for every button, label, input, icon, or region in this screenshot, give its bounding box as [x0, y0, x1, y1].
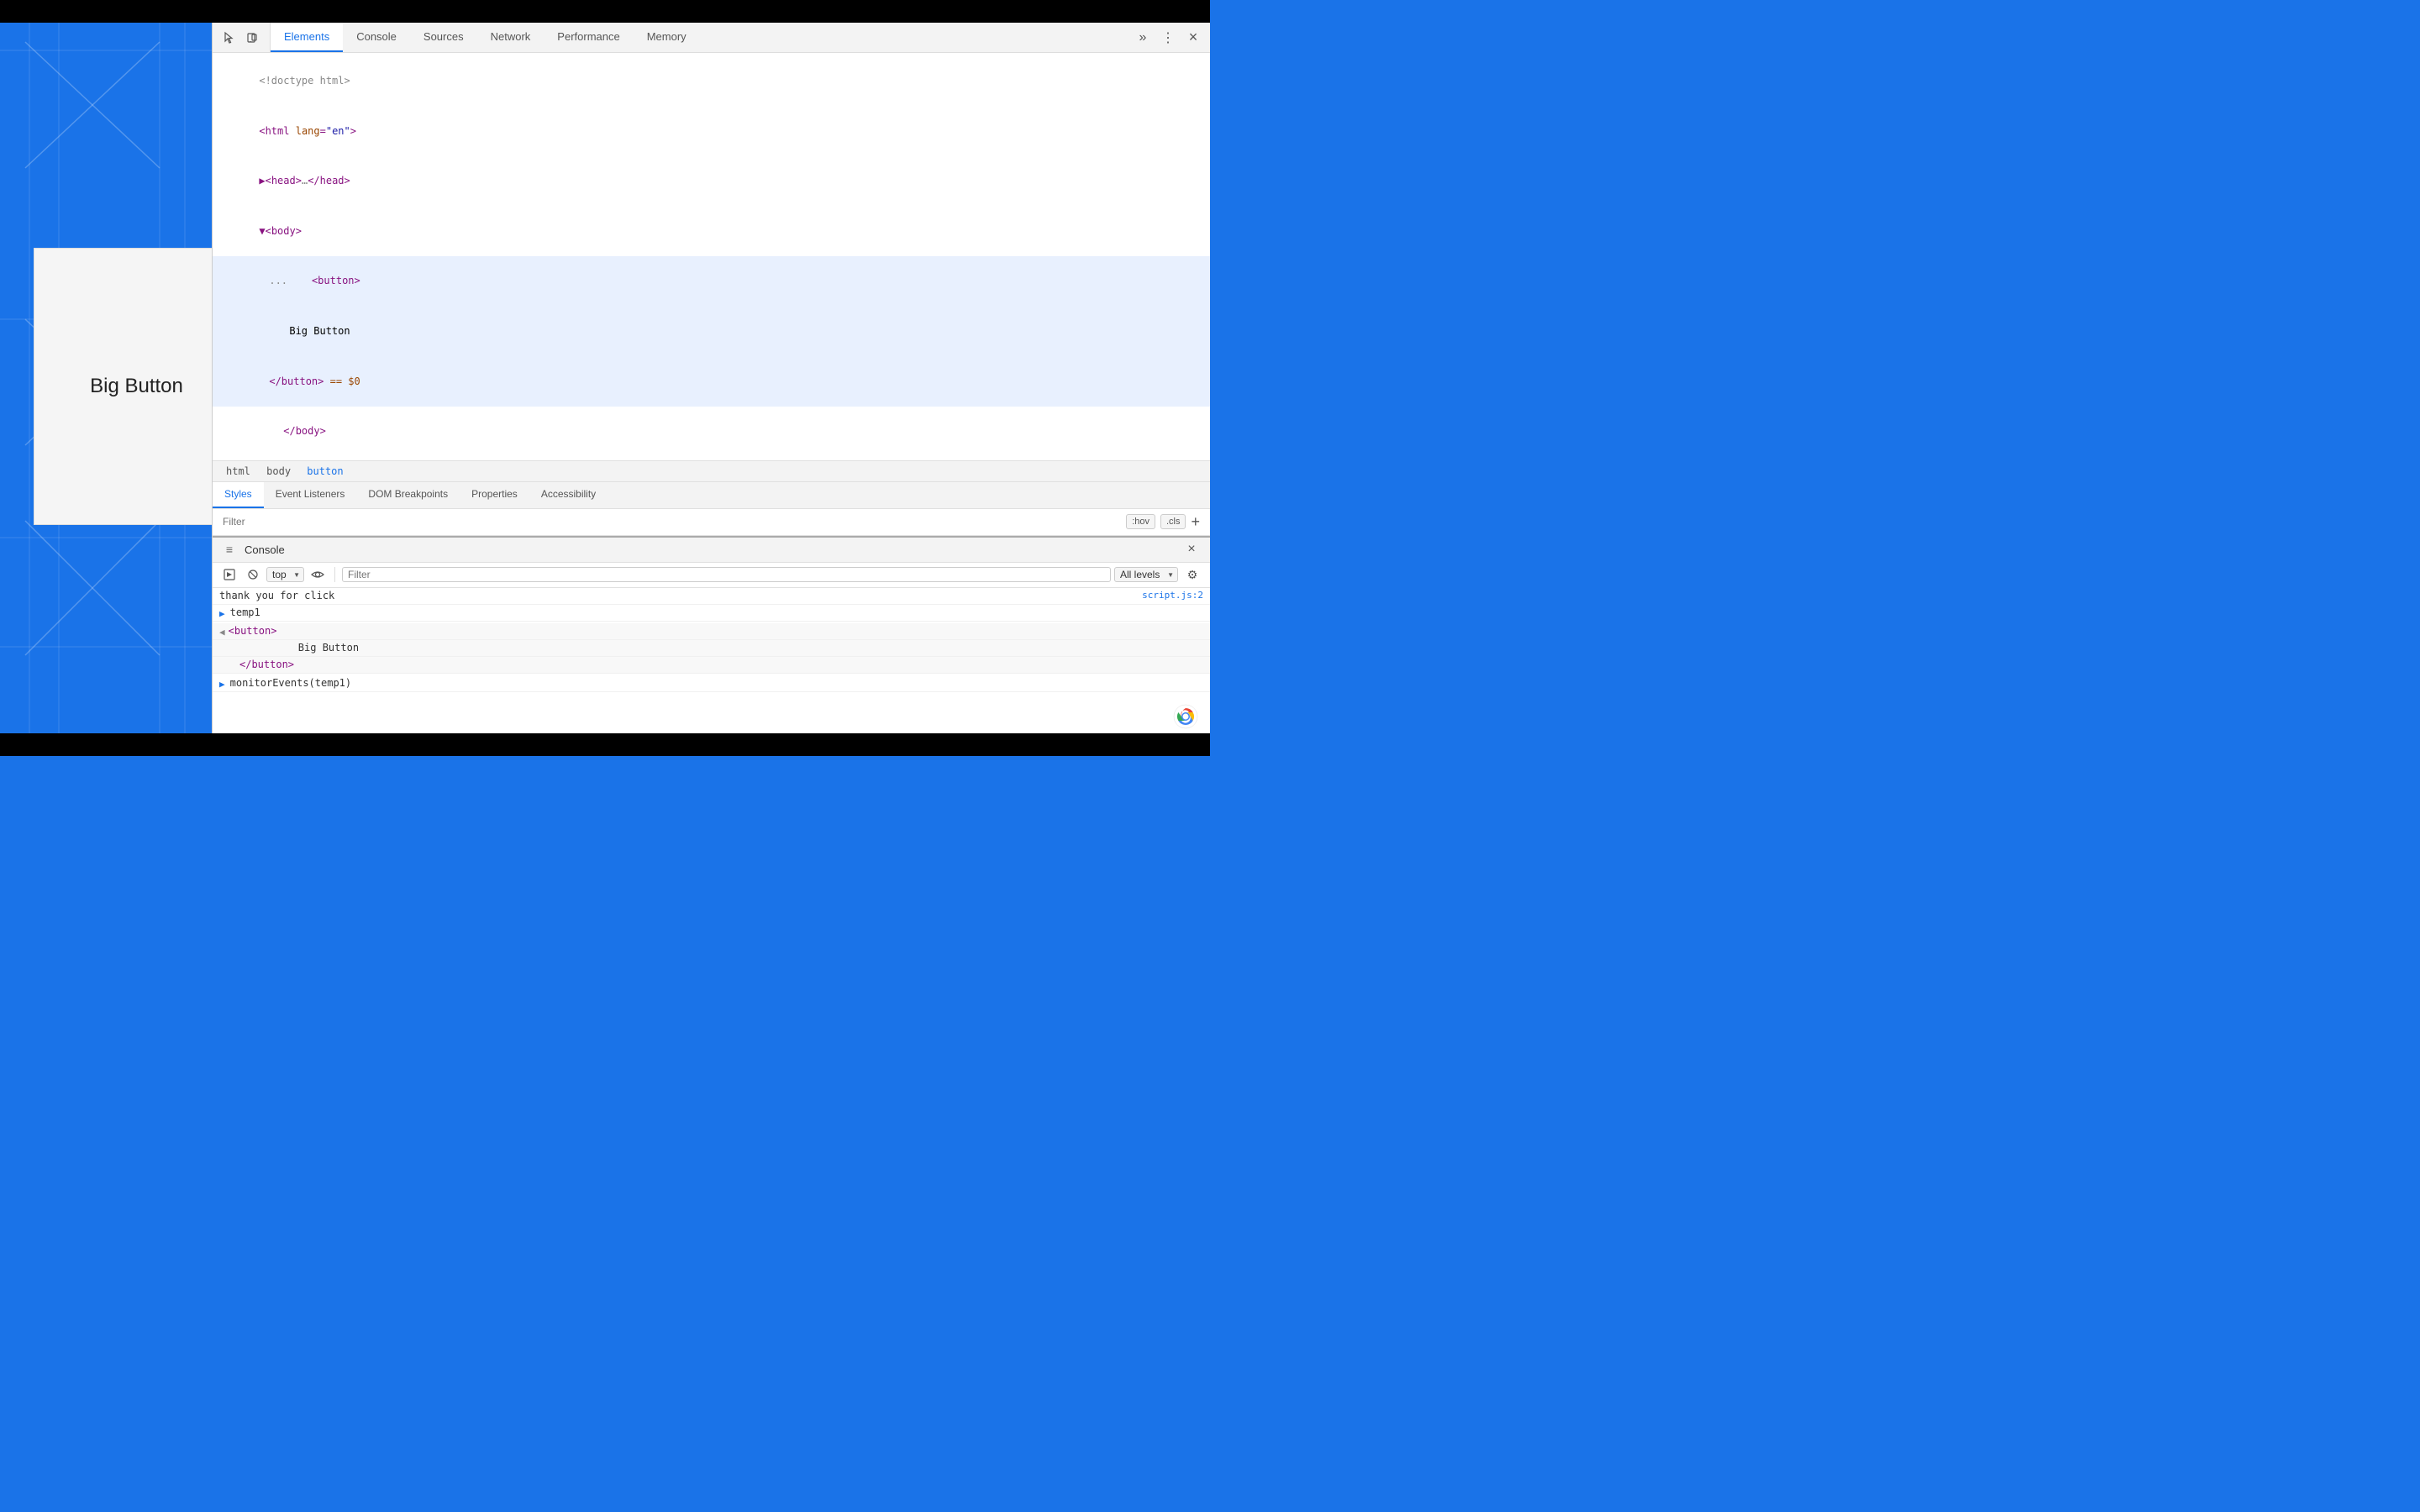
console-monitor-line: ▶ monitorEvents(temp1): [213, 675, 1210, 692]
devtools-tabs: Elements Console Sources Network Perform…: [271, 23, 1126, 52]
html-line-html: <html lang="en">: [213, 107, 1210, 157]
breadcrumb-body[interactable]: body: [263, 465, 294, 478]
devtools-panel: Elements Console Sources Network Perform…: [212, 23, 1210, 733]
panel-tab-properties[interactable]: Properties: [460, 482, 529, 508]
devtools-menu-button[interactable]: ⋮: [1156, 26, 1180, 50]
panel-tab-accessibility[interactable]: Accessibility: [529, 482, 608, 508]
context-wrapper: top: [266, 567, 304, 582]
console-close-button[interactable]: ×: [1180, 538, 1203, 561]
console-log-text: thank you for click: [219, 590, 1142, 601]
filter-bar: :hov .cls +: [213, 509, 1210, 536]
console-empty-space: [213, 692, 1210, 734]
filter-input[interactable]: [223, 516, 1126, 528]
devtools-header-actions: » ⋮ ×: [1126, 26, 1210, 50]
console-monitor-text: monitorEvents(temp1): [230, 677, 1203, 689]
console-section: ≡ Console × top: [213, 536, 1210, 734]
console-button-text-line: Big Button: [213, 640, 1210, 657]
bottom-bar: [0, 733, 1210, 756]
html-line-body-close: </body>: [213, 407, 1210, 457]
tab-network[interactable]: Network: [477, 23, 544, 52]
html-line-body[interactable]: ▼<body>: [213, 207, 1210, 257]
monitor-arrow: ▶: [219, 677, 225, 690]
live-expressions-button[interactable]: [308, 564, 328, 585]
context-select[interactable]: top: [266, 567, 304, 582]
chrome-icon: [1173, 704, 1198, 729]
console-log-location[interactable]: script.js:2: [1142, 590, 1203, 601]
html-line-doctype: <!doctype html>: [213, 56, 1210, 107]
panel-tabs: Styles Event Listeners DOM Breakpoints P…: [213, 482, 1210, 509]
cls-button[interactable]: .cls: [1160, 514, 1186, 529]
console-button-output: ◀ <button> Big Button </button>: [213, 622, 1210, 675]
hov-button[interactable]: :hov: [1126, 514, 1155, 529]
tab-elements[interactable]: Elements: [271, 23, 343, 52]
panel-tab-styles[interactable]: Styles: [213, 482, 264, 508]
console-log-line: thank you for click script.js:2: [213, 588, 1210, 605]
webpage-preview: Big Button: [34, 248, 239, 525]
inspect-element-button[interactable]: [218, 26, 241, 50]
panel-tab-dom-breakpoints[interactable]: DOM Breakpoints: [356, 482, 460, 508]
console-button-inner: Big Button: [250, 642, 1203, 654]
add-style-button[interactable]: +: [1191, 514, 1200, 529]
console-drag-icon: ≡: [219, 539, 239, 559]
console-temp1-text: temp1: [230, 606, 1203, 618]
console-clear-button[interactable]: [243, 564, 263, 585]
toolbar-separator: [334, 567, 335, 582]
device-toolbar-button[interactable]: [241, 26, 265, 50]
devtools-close-button[interactable]: ×: [1181, 26, 1205, 50]
more-tabs-button[interactable]: »: [1131, 26, 1155, 50]
breadcrumb-button[interactable]: button: [303, 465, 346, 478]
top-bar: [0, 0, 1210, 23]
levels-select[interactable]: All levels: [1114, 567, 1178, 582]
console-output-arrow-line: ◀ <button>: [213, 623, 1210, 640]
console-execute-button[interactable]: [219, 564, 239, 585]
html-line-button-container: ... <button>: [213, 256, 1210, 307]
console-button-close-tag: </button>: [239, 659, 1203, 670]
output-arrow: ◀: [219, 625, 225, 638]
html-line-button-close: </button> == $0: [213, 356, 1210, 407]
breadcrumb-html[interactable]: html: [223, 465, 254, 478]
console-temp1-line[interactable]: ▶ temp1: [213, 605, 1210, 622]
big-button-label: Big Button: [90, 375, 183, 398]
levels-wrapper: All levels: [1114, 567, 1178, 582]
console-button-close-line: </button>: [213, 657, 1210, 674]
console-filter-input[interactable]: [342, 567, 1111, 582]
console-output: thank you for click script.js:2 ▶ temp1 …: [213, 588, 1210, 734]
panel-tab-event-listeners[interactable]: Event Listeners: [264, 482, 357, 508]
console-settings-button[interactable]: ⚙: [1181, 564, 1203, 585]
expand-arrow-temp1: ▶: [219, 606, 225, 619]
tab-sources[interactable]: Sources: [410, 23, 477, 52]
html-line-head[interactable]: ▶<head>…</head>: [213, 156, 1210, 207]
devtools-header: Elements Console Sources Network Perform…: [213, 23, 1210, 53]
console-title: Console: [239, 543, 1180, 556]
tab-memory[interactable]: Memory: [634, 23, 700, 52]
console-header: ≡ Console ×: [213, 536, 1210, 563]
elements-panel: <!doctype html> <html lang="en"> ▶<head>…: [213, 53, 1210, 461]
filter-actions: :hov .cls +: [1126, 514, 1200, 529]
html-line-button-text: Big Button: [213, 307, 1210, 357]
console-output-text: <button>: [229, 625, 1203, 637]
devtools-icon-buttons: [213, 23, 271, 52]
tab-console[interactable]: Console: [343, 23, 410, 52]
console-toolbar: top All levels ⚙: [213, 563, 1210, 588]
breadcrumb: html body button: [213, 461, 1210, 482]
tab-performance[interactable]: Performance: [544, 23, 633, 52]
